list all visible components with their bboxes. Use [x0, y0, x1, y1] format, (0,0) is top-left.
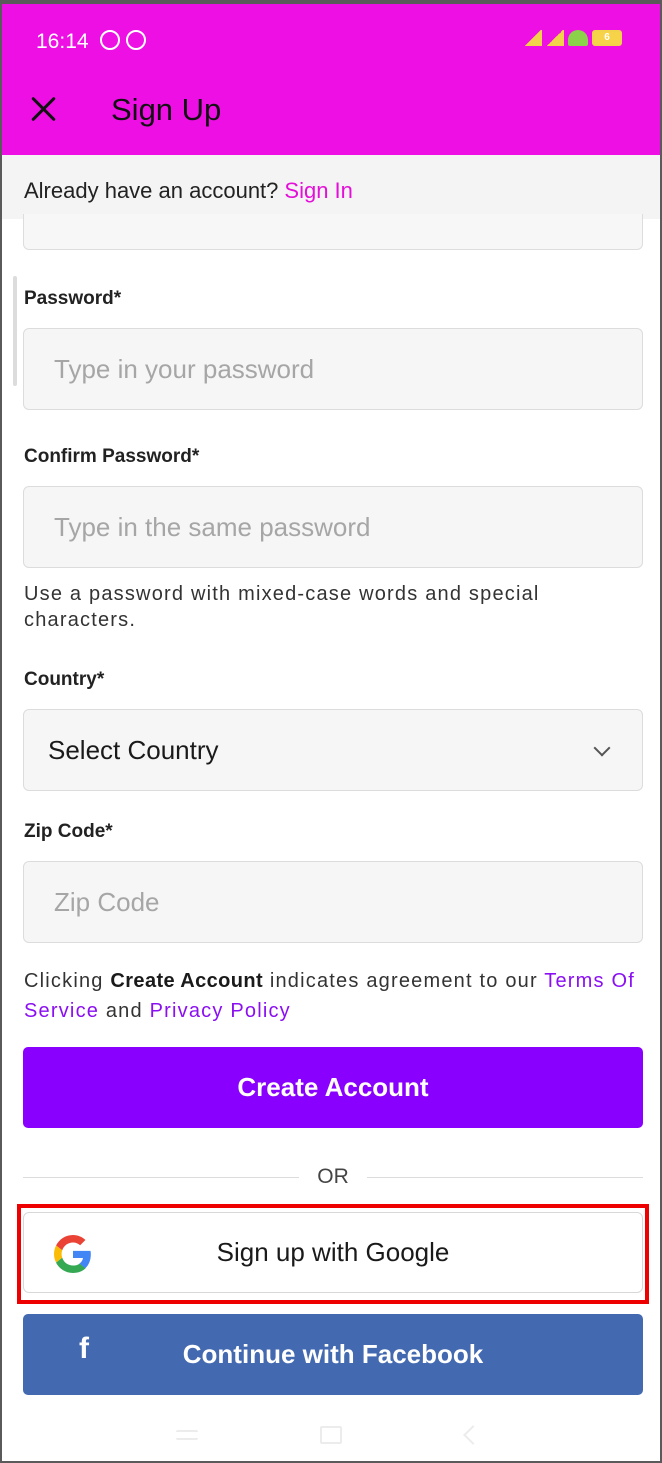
back-icon[interactable] — [462, 1426, 484, 1444]
country-label: Country* — [24, 669, 105, 690]
previous-input-field[interactable] — [23, 214, 643, 250]
country-select[interactable]: Select Country — [23, 709, 643, 791]
system-nav-bar — [2, 1404, 660, 1461]
password-input[interactable]: Type in your password — [23, 328, 643, 410]
google-signup-button[interactable]: Sign up with Google — [23, 1212, 643, 1293]
page-title: Sign Up — [111, 92, 222, 127]
confirm-password-input[interactable]: Type in the same password — [23, 486, 643, 568]
close-icon[interactable] — [26, 92, 60, 126]
password-label: Password* — [24, 288, 122, 309]
zip-code-input[interactable]: Zip Code — [23, 861, 643, 943]
terms-middle: indicates agreement to our — [269, 970, 538, 992]
google-icon — [54, 1235, 91, 1273]
zip-code-placeholder: Zip Code — [54, 886, 160, 917]
notification-icons — [100, 30, 146, 50]
password-hint: Use a password with mixed-case words and… — [24, 583, 540, 631]
signin-prompt: Already have an account? Sign In — [24, 178, 353, 204]
signin-link[interactable]: Sign In — [284, 178, 353, 203]
facebook-continue-button[interactable]: f Continue with Facebook — [23, 1314, 643, 1395]
terms-action: Create Account — [110, 970, 264, 992]
confirm-password-label: Confirm Password* — [24, 446, 200, 467]
terms-prefix: Clicking — [24, 970, 104, 992]
or-divider: OR — [23, 1163, 643, 1193]
home-icon[interactable] — [320, 1426, 342, 1444]
signal-icon — [524, 30, 542, 46]
create-account-label: Create Account — [237, 1072, 429, 1102]
chevron-down-icon — [593, 739, 611, 757]
or-label: OR — [317, 1165, 349, 1188]
password-placeholder: Type in your password — [54, 353, 315, 384]
confirm-password-placeholder: Type in the same password — [54, 511, 371, 542]
signin-prompt-text: Already have an account? — [24, 178, 279, 203]
whatsapp-business-icon — [126, 30, 146, 50]
scrollbar[interactable] — [13, 276, 17, 386]
app-bar: 16:14 6 Sign Up — [2, 4, 660, 155]
screen: 16:14 6 Sign Up Already have an account?… — [0, 0, 662, 1463]
terms-and: and — [105, 1000, 143, 1022]
country-select-value: Select Country — [48, 734, 219, 765]
status-icons: 6 — [524, 30, 622, 46]
signal-icon-2 — [546, 30, 564, 46]
facebook-icon: f — [79, 1332, 89, 1365]
menu-icon[interactable] — [176, 1430, 198, 1440]
battery-icon: 6 — [592, 30, 622, 46]
facebook-continue-label: Continue with Facebook — [182, 1339, 484, 1369]
whatsapp-icon — [100, 30, 120, 50]
zip-code-label: Zip Code* — [24, 821, 113, 842]
terms-notice: Clicking Create Account indicates agreem… — [24, 966, 644, 1026]
wifi-icon — [568, 30, 588, 46]
google-signup-label: Sign up with Google — [216, 1237, 450, 1267]
privacy-policy-link[interactable]: Privacy Policy — [150, 1000, 291, 1022]
create-account-button[interactable]: Create Account — [23, 1047, 643, 1128]
status-time: 16:14 — [36, 30, 89, 53]
